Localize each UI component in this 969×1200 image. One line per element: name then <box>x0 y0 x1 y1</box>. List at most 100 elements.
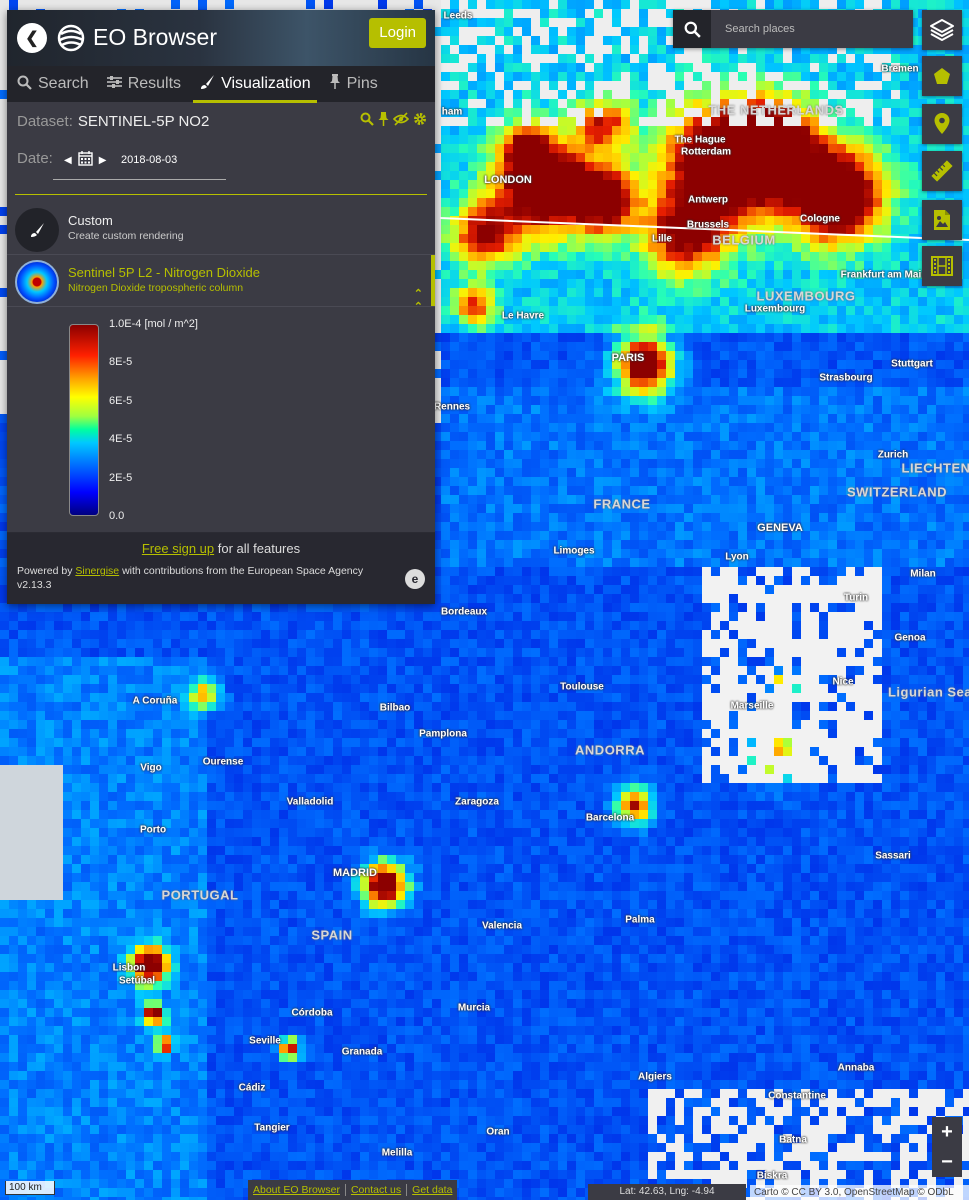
map-city-label: Bordeaux <box>440 606 488 618</box>
search-icon <box>684 21 701 38</box>
layers-button[interactable] <box>922 10 962 50</box>
map-city-label: Le Havre <box>501 310 545 322</box>
map-city-label: Cologne <box>800 213 840 225</box>
map-city-label: Algiers <box>638 1071 672 1083</box>
map-city-label: Constantine <box>768 1090 826 1102</box>
bottom-links: About EO Browser Contact us Get data <box>248 1180 458 1200</box>
map-country-label: SWITZERLAND <box>846 484 948 500</box>
tab-visualization[interactable]: Visualization <box>193 66 317 103</box>
map-city-label: Lyon <box>725 551 749 563</box>
map-city-label: Bremen <box>881 63 919 75</box>
map-city-label: A Coruña <box>132 695 178 707</box>
map-scale: 100 km <box>5 1181 55 1195</box>
map-city-label: Rennes <box>433 401 471 413</box>
map-city-label: The Hague <box>674 134 726 146</box>
custom-layer-thumb <box>15 208 59 252</box>
map-city-label: Strasbourg <box>819 372 873 384</box>
search-places-input[interactable] <box>711 23 901 35</box>
about-link[interactable]: About EO Browser <box>248 1184 346 1196</box>
next-date-icon[interactable]: ▶ <box>99 155 107 166</box>
sinergise-link[interactable]: Sinergise <box>75 565 119 577</box>
add-pin-icon[interactable] <box>378 112 389 129</box>
map-city-label: Lisbon <box>112 962 146 974</box>
powered-suffix: with contributions from the European Spa… <box>119 565 364 577</box>
esa-logo-icon[interactable]: e <box>405 569 425 589</box>
login-button[interactable]: Login <box>369 18 426 48</box>
map-city-label: Cádiz <box>238 1082 266 1094</box>
panel-header: ❮ EO Browser Login <box>7 10 435 66</box>
measure-button[interactable] <box>922 151 962 191</box>
map-city-label: ham <box>441 106 463 118</box>
location-pin-icon <box>934 113 950 134</box>
previous-date-icon[interactable]: ◀ <box>64 155 72 166</box>
legend-tick-label: 0.0 <box>109 510 125 522</box>
legend-tick-label: 6E-5 <box>109 394 133 407</box>
tab-pins[interactable]: Pins <box>323 66 384 102</box>
timelapse-button[interactable] <box>922 246 962 286</box>
dataset-actions <box>360 112 427 129</box>
map-country-label: LIECHTEN <box>901 460 969 476</box>
tab-search[interactable]: Search <box>11 66 95 102</box>
map-country-label: BELGIUM <box>712 232 776 248</box>
map-city-label: Valencia <box>481 920 523 932</box>
zoom-to-tile-icon[interactable] <box>360 112 374 129</box>
dataset-value: SENTINEL-5P NO2 <box>77 112 210 130</box>
draw-area-button[interactable] <box>922 56 962 96</box>
search-places-button[interactable] <box>673 10 711 48</box>
map-city-label: Batna <box>779 1134 807 1146</box>
map-city-label: Barcelona <box>585 812 635 824</box>
powered-prefix: Powered by <box>17 565 76 577</box>
legend: 1.0E-4 [mol / m^2] 8E-5 6E-5 4E-5 2E-5 0.0 <box>7 307 435 533</box>
map-city-label: GENEVA <box>757 522 803 534</box>
get-data-link[interactable]: Get data <box>407 1184 457 1196</box>
layer-item-custom[interactable]: Custom Create custom rendering <box>7 203 435 255</box>
map-city-label: PARIS <box>611 352 645 364</box>
layer-item-nitrogen-dioxide[interactable]: Sentinel 5P L2 - Nitrogen Dioxide Nitrog… <box>7 255 435 313</box>
layer-name-nitrogen-dioxide: Sentinel 5P L2 - Nitrogen Dioxide <box>68 265 260 280</box>
map-city-label: Córdoba <box>291 1007 333 1019</box>
map-city-label: Murcia <box>457 1002 491 1014</box>
legend-colorbar <box>69 324 99 516</box>
search-places-bar <box>673 10 913 48</box>
map-city-label: Nice <box>832 676 854 688</box>
map-city-label: Annaba <box>837 1062 875 1074</box>
calendar-icon[interactable] <box>78 151 93 169</box>
map-city-label: Rotterdam <box>680 146 732 158</box>
panel-tabs: Search Results Visualization Pins <box>7 66 435 103</box>
layer-desc-custom: Create custom rendering <box>68 230 184 242</box>
cursor-coordinates: Lat: 42.63, Lng: -4.94 <box>588 1184 746 1200</box>
signup-line: Free sign up for all features <box>17 541 425 556</box>
tab-results[interactable]: Results <box>101 66 187 102</box>
free-signup-link[interactable]: Free sign up <box>142 541 214 556</box>
eo-browser-logo-icon <box>57 24 85 52</box>
app-version: v2.13.3 <box>17 579 52 591</box>
ruler-icon <box>931 160 953 182</box>
date-controls: ◀ ▶ <box>64 151 106 169</box>
timelapse-film-icon <box>931 256 953 276</box>
zoom-in-button[interactable]: + <box>932 1117 962 1147</box>
legend-tick-label: 8E-5 <box>109 356 133 369</box>
settings-gear-icon[interactable] <box>413 112 427 129</box>
date-value[interactable]: 2018-08-03 <box>121 154 177 166</box>
pentagon-icon <box>934 68 950 84</box>
app-title: EO Browser <box>93 24 217 50</box>
map-city-label: Palma <box>625 914 655 926</box>
toggle-visibility-icon[interactable] <box>392 112 410 129</box>
map-city-label: Setúbal <box>118 975 156 987</box>
map-city-label: LONDON <box>484 174 532 186</box>
map-city-label: Stuttgart <box>891 358 933 370</box>
map-country-label: Ligurian Sea <box>887 684 969 700</box>
map-city-label: Zurich <box>877 449 909 461</box>
contact-link[interactable]: Contact us <box>346 1184 408 1196</box>
date-underline <box>53 179 226 180</box>
zoom-out-button[interactable]: − <box>932 1147 962 1177</box>
legend-tick-label: 4E-5 <box>109 433 133 446</box>
location-button[interactable] <box>922 104 962 144</box>
map-country-label: LUXEMBOURG <box>756 288 856 304</box>
collapse-panel-button[interactable]: ❮ <box>17 23 47 53</box>
map-city-label: Seville <box>249 1035 281 1047</box>
search-icon <box>17 75 32 94</box>
export-image-button[interactable] <box>922 200 962 240</box>
map-city-label: Luxembourg <box>744 303 806 315</box>
date-label: Date: <box>17 150 53 167</box>
